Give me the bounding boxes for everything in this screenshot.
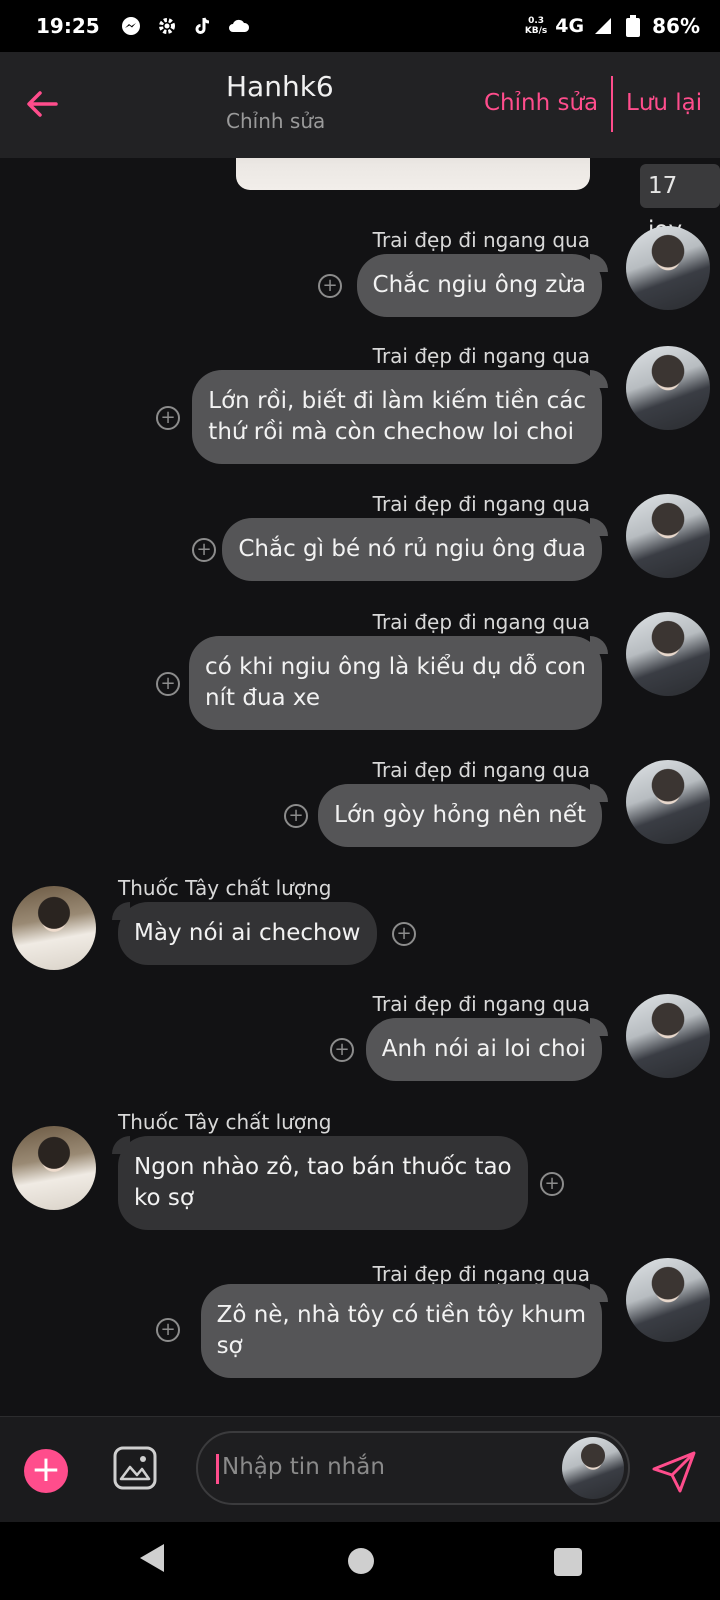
message-bubble[interactable]: Mày nói ai chechow — [112, 902, 377, 965]
net-speed: 0.3 KB/s — [524, 16, 548, 36]
message-bubble[interactable]: có khi ngiu ông là kiểu dụ dỗ con nít đu… — [189, 636, 608, 730]
messenger-icon — [120, 15, 142, 37]
message-bubble[interactable]: Zô nè, nhà tôy có tiền tôy khum sợ — [200, 1284, 609, 1378]
conversation-title: Hanhk6 — [226, 70, 334, 103]
battery-percent: 86% — [652, 14, 700, 38]
message-bubble[interactable]: Lớn gòy hỏng nên nết — [318, 784, 608, 847]
battery-icon — [622, 15, 644, 37]
shared-image[interactable] — [236, 158, 590, 190]
message-bubble[interactable]: Chắc ngiu ông zừa — [356, 254, 609, 317]
message-bubble[interactable]: Lớn rồi, biết đi làm kiếm tiền các thứ r… — [192, 370, 608, 464]
gear-icon — [156, 15, 178, 37]
message-sender: Trai đẹp đi ngang qua — [372, 992, 590, 1016]
add-reaction-icon[interactable]: + — [192, 538, 216, 562]
avatar[interactable] — [626, 1258, 710, 1342]
time-chip: 17 joy — [640, 164, 720, 243]
message-sender: Thuốc Tây chất lượng — [118, 876, 332, 900]
avatar[interactable] — [626, 226, 710, 310]
message-sender: Trai đẹp đi ngang qua — [372, 228, 590, 252]
persona-avatar[interactable] — [562, 1437, 624, 1499]
add-reaction-icon[interactable]: + — [392, 922, 416, 946]
message-sender: Trai đẹp đi ngang qua — [372, 492, 590, 516]
app-bar: Hanhk6 Chỉnh sửa Chỉnh sửa Lưu lại — [0, 52, 720, 158]
text-caret — [216, 1454, 219, 1484]
nav-recents-icon[interactable] — [554, 1548, 582, 1576]
conversation-subtitle: Chỉnh sửa — [226, 109, 326, 133]
add-reaction-icon[interactable]: + — [540, 1172, 564, 1196]
avatar[interactable] — [12, 1126, 96, 1210]
send-icon[interactable] — [650, 1447, 698, 1495]
conversation-header: Hanhk6 Chỉnh sửa — [226, 70, 334, 133]
add-reaction-icon[interactable]: + — [318, 274, 342, 298]
avatar[interactable] — [12, 886, 96, 970]
message-input[interactable]: Nhập tin nhắn — [196, 1431, 630, 1505]
add-reaction-icon[interactable]: + — [156, 406, 180, 430]
signal-icon — [592, 15, 614, 37]
nav-back-icon[interactable] — [138, 1542, 166, 1578]
save-button[interactable]: Lưu lại — [626, 90, 702, 116]
avatar[interactable] — [626, 494, 710, 578]
message-bubble[interactable]: Anh nói ai loi choi — [365, 1018, 609, 1081]
avatar[interactable] — [626, 760, 710, 844]
status-bar: 19:25 0.3 KB/s 4G 86% — [0, 0, 720, 52]
message-sender: Thuốc Tây chất lượng — [118, 1110, 332, 1134]
add-reaction-icon[interactable]: + — [330, 1038, 354, 1062]
message-sender: Trai đẹp đi ngang qua — [372, 344, 590, 368]
status-time: 19:25 — [36, 14, 100, 38]
tiktok-icon — [192, 15, 214, 37]
message-sender: Trai đẹp đi ngang qua — [372, 1262, 590, 1286]
add-reaction-icon[interactable]: + — [156, 1318, 180, 1342]
message-bubble[interactable]: Ngon nhào zô, tao bán thuốc tao ko sợ — [112, 1136, 528, 1230]
header-divider — [611, 76, 613, 132]
add-reaction-icon[interactable]: + — [156, 672, 180, 696]
add-reaction-icon[interactable]: + — [284, 804, 308, 828]
avatar[interactable] — [626, 346, 710, 430]
message-composer: + Nhập tin nhắn — [0, 1416, 720, 1522]
chat-area[interactable]: 17 joy Trai đẹp đi ngang qua + Chắc ngiu… — [0, 158, 720, 1416]
message-bubble[interactable]: Chắc gì bé nó rủ ngiu ông đua — [222, 518, 608, 581]
message-input-placeholder: Nhập tin nhắn — [222, 1454, 385, 1480]
back-arrow-icon[interactable] — [22, 84, 62, 124]
network-type: 4G — [555, 15, 585, 37]
cloud-icon — [228, 15, 250, 37]
message-sender: Trai đẹp đi ngang qua — [372, 758, 590, 782]
system-nav-bar — [0, 1522, 720, 1600]
nav-home-icon[interactable] — [348, 1548, 374, 1574]
add-button[interactable]: + — [24, 1449, 68, 1493]
message-sender: Trai đẹp đi ngang qua — [372, 610, 590, 634]
avatar[interactable] — [626, 612, 710, 696]
avatar[interactable] — [626, 994, 710, 1078]
image-icon[interactable] — [112, 1445, 158, 1491]
edit-button[interactable]: Chỉnh sửa — [484, 90, 598, 116]
